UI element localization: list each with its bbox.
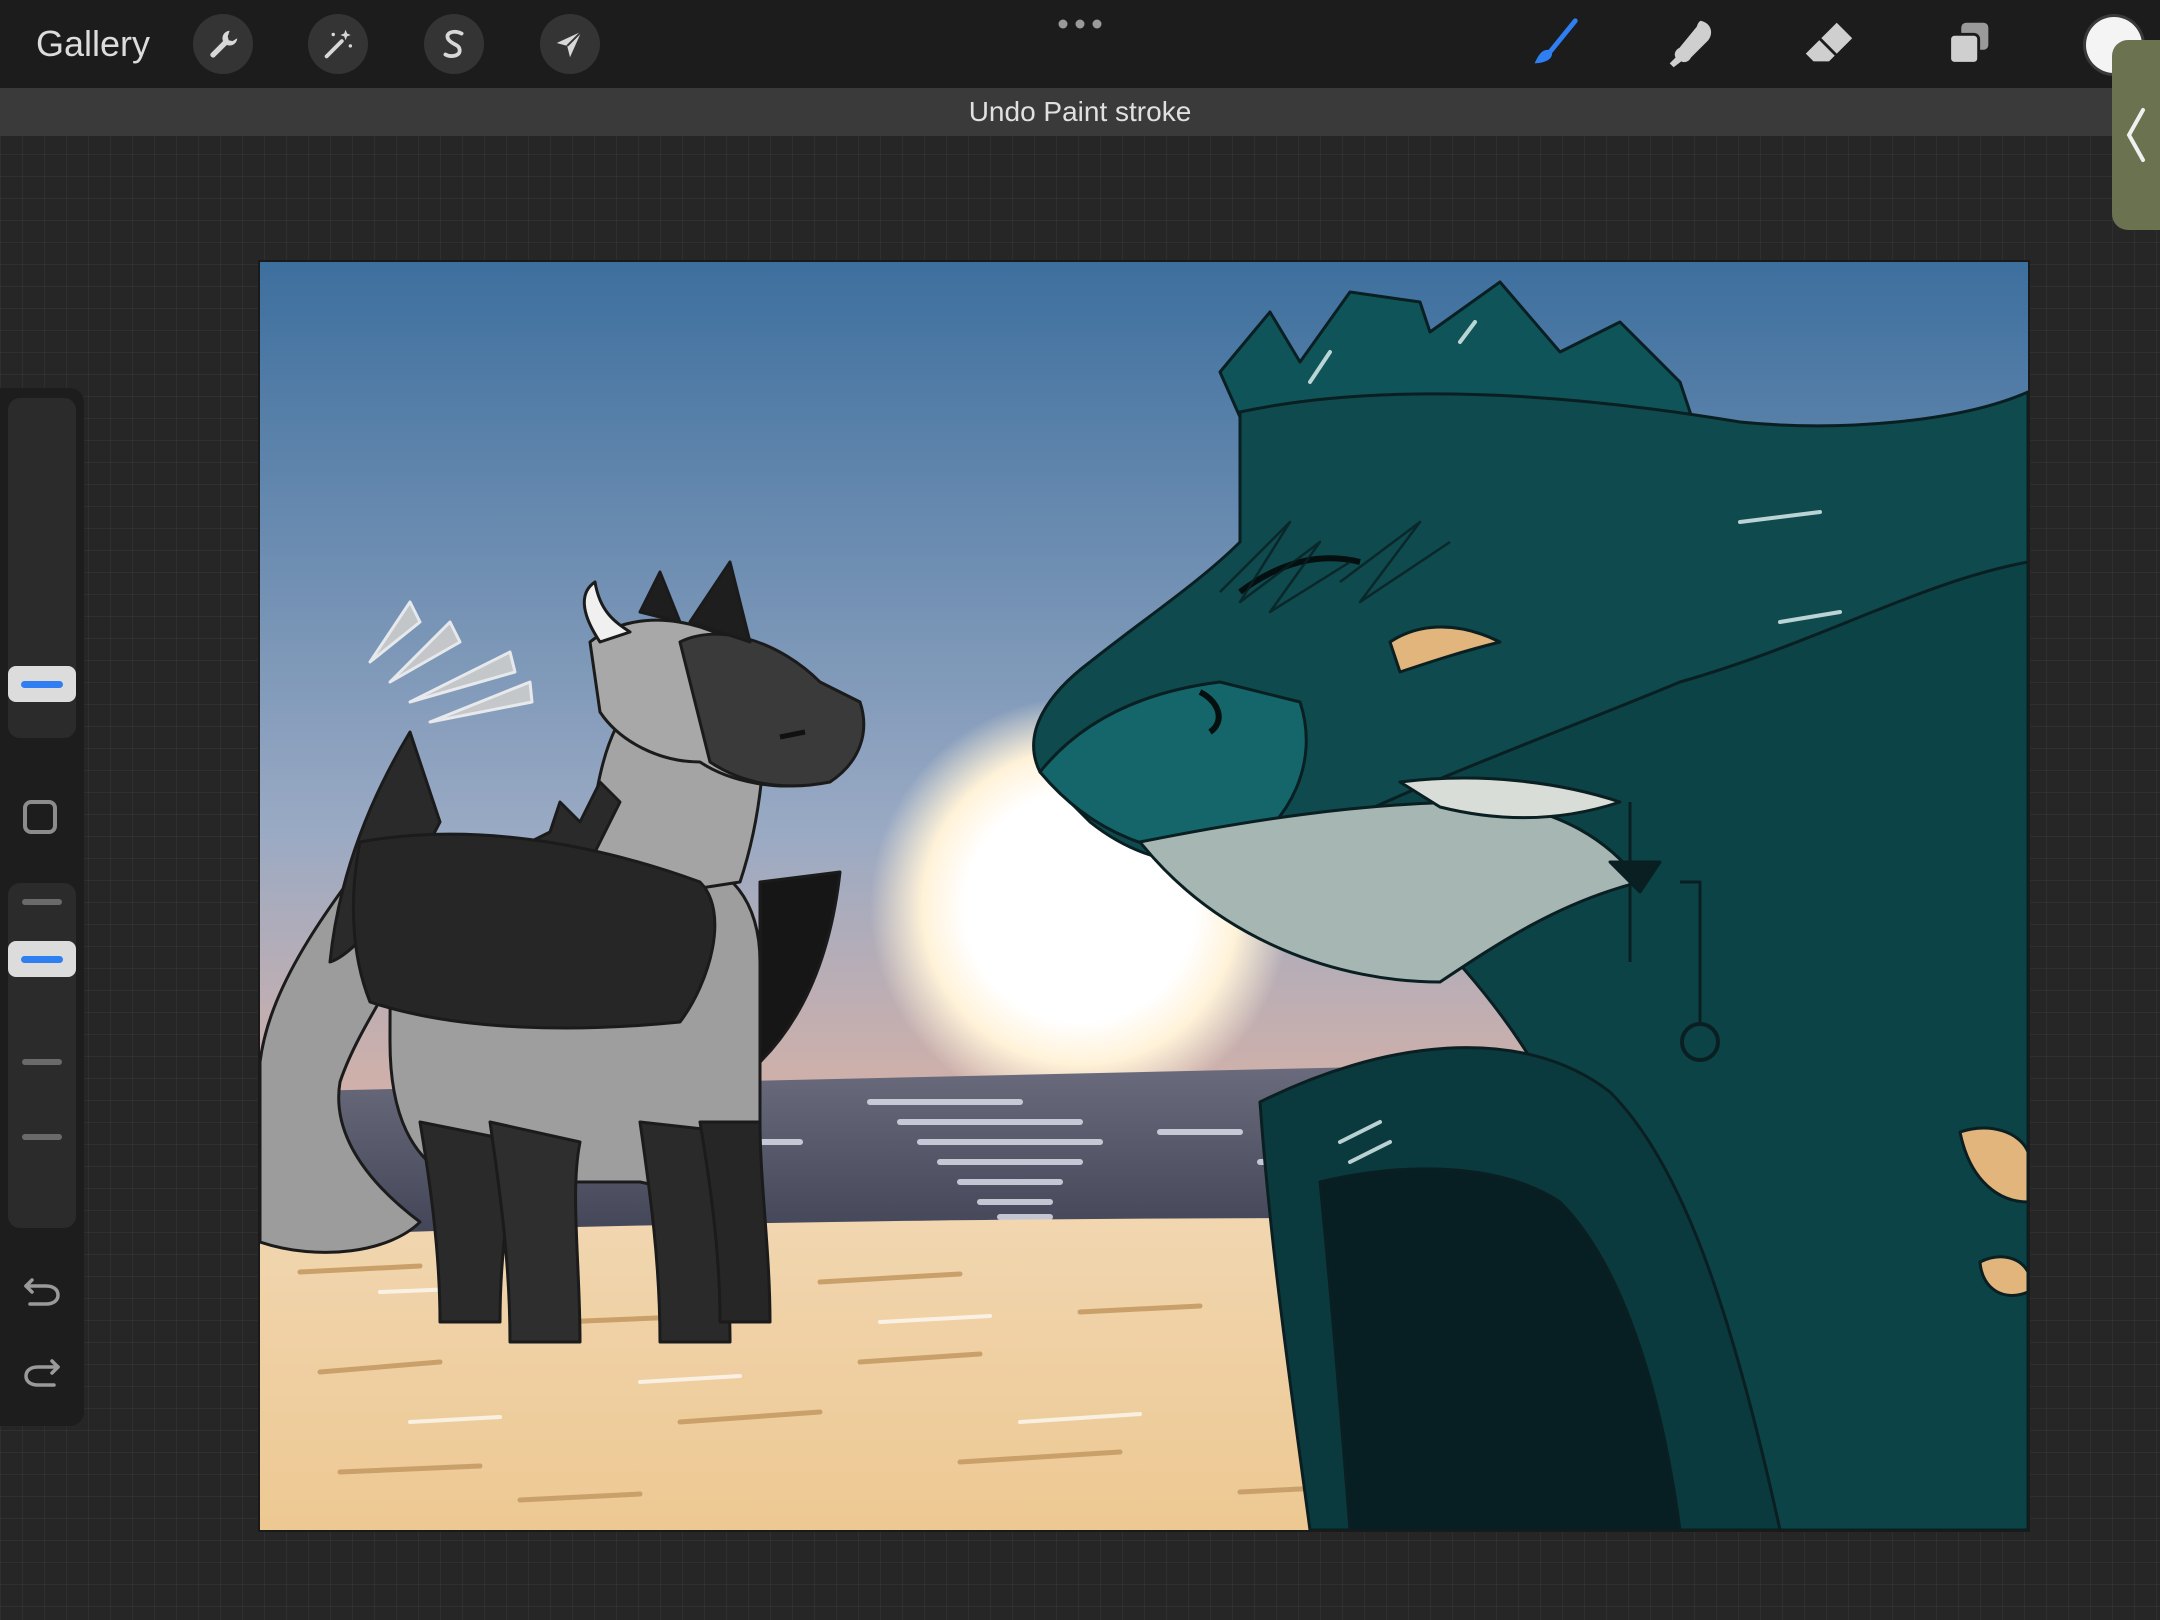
reference-panel-handle[interactable] xyxy=(2112,40,2160,230)
slider-tick xyxy=(22,1134,62,1140)
modify-button[interactable] xyxy=(23,800,57,834)
top-toolbar: Gallery xyxy=(0,0,2160,88)
brush-icon xyxy=(1534,18,1578,64)
selection-s-icon xyxy=(443,30,464,58)
eraser-tool-button[interactable] xyxy=(1797,12,1861,76)
redo-button[interactable] xyxy=(16,1349,68,1401)
wrench-icon xyxy=(210,30,238,58)
slider-tick xyxy=(22,1059,62,1065)
arrow-cursor-icon xyxy=(556,30,583,58)
chevron-left-icon xyxy=(2126,108,2145,162)
eraser-icon xyxy=(1805,22,1853,62)
opacity-slider[interactable] xyxy=(8,883,76,1228)
ellipsis-icon[interactable] xyxy=(1055,14,1105,34)
slider-tick xyxy=(22,899,62,905)
drawing-canvas[interactable] xyxy=(260,262,2028,1530)
magic-wand-icon xyxy=(324,29,353,59)
undo-arrow-icon xyxy=(24,1278,60,1306)
layers-button[interactable] xyxy=(1937,12,2001,76)
gallery-button[interactable]: Gallery xyxy=(36,20,150,68)
slider-indicator xyxy=(21,680,63,688)
selection-button[interactable] xyxy=(424,14,484,74)
smudge-tool-button[interactable] xyxy=(1659,12,1723,76)
brush-size-slider[interactable] xyxy=(8,398,76,738)
smudge-finger-icon xyxy=(1669,20,1712,68)
brush-size-thumb[interactable] xyxy=(8,666,76,702)
transform-button[interactable] xyxy=(540,14,600,74)
opacity-thumb[interactable] xyxy=(8,941,76,977)
layers-icon xyxy=(1948,22,1989,65)
adjustments-button[interactable] xyxy=(308,14,368,74)
brush-tool-button[interactable] xyxy=(1522,12,1586,76)
left-sidebar xyxy=(0,388,84,1426)
redo-arrow-icon xyxy=(24,1359,60,1387)
undo-button[interactable] xyxy=(16,1264,68,1316)
undo-notification: Undo Paint stroke xyxy=(0,88,2160,136)
actions-button[interactable] xyxy=(193,14,253,74)
slider-indicator xyxy=(21,955,63,963)
artwork xyxy=(260,262,2028,1530)
